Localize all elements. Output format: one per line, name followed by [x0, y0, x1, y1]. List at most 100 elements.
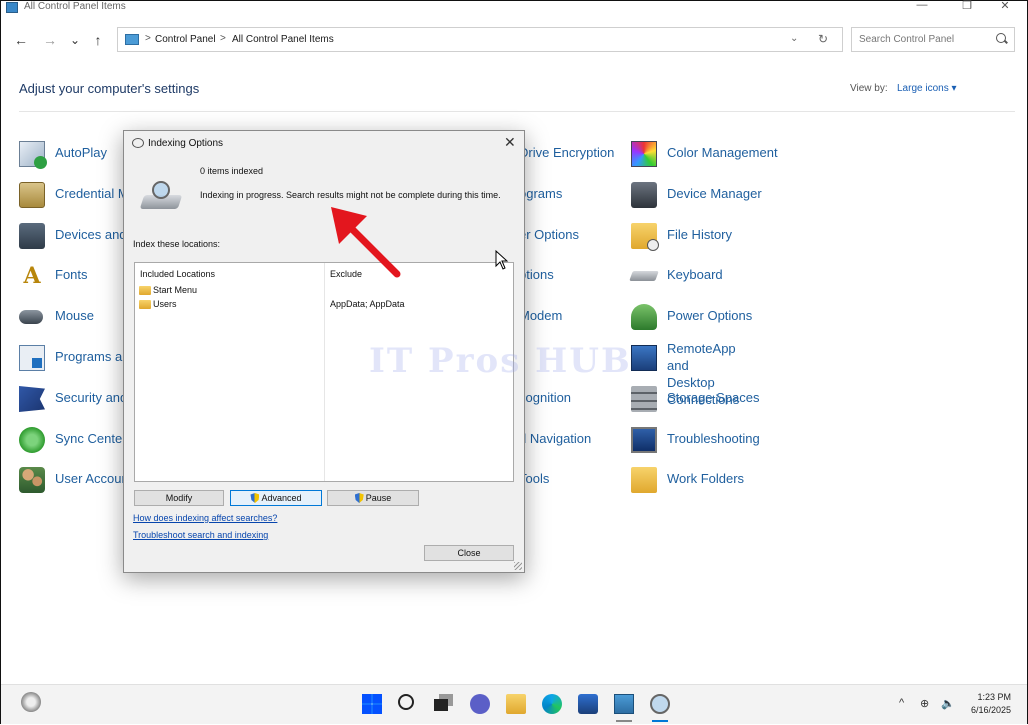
sync-icon — [19, 427, 45, 453]
search-icon[interactable] — [996, 33, 1006, 43]
item-label: Color Management — [667, 145, 778, 160]
storage-spaces-icon — [631, 386, 657, 412]
power-icon — [631, 304, 657, 330]
window-title: All Control Panel Items — [24, 1, 126, 12]
minimize-button[interactable]: — — [907, 0, 937, 15]
system-clock[interactable]: 1:23 PM 6/16/2025 — [967, 691, 1011, 717]
start-button-icon[interactable] — [362, 694, 382, 714]
search-icon[interactable] — [398, 694, 414, 710]
indexing-status-message: Indexing in progress. Search results mig… — [200, 190, 501, 200]
control-panel-taskbar-icon[interactable] — [614, 694, 634, 714]
close-button[interactable]: ✕ — [990, 0, 1020, 15]
uac-shield-icon — [354, 493, 364, 503]
control-panel-window: All Control Panel Items — ❐ ✕ ← → ⌄ ↑ > … — [0, 0, 1028, 724]
item-label: d Navigation — [519, 431, 592, 446]
weather-widget-icon[interactable] — [21, 692, 41, 712]
item-label: File History — [667, 227, 733, 242]
item-label: er Options — [519, 227, 579, 242]
page-title: Adjust your computer's settings — [19, 81, 200, 96]
modify-button[interactable]: Modify — [134, 490, 224, 506]
remoteapp-icon — [631, 345, 657, 371]
item-label: Security and — [55, 390, 128, 405]
clock-time: 1:23 PM — [977, 692, 1011, 702]
printer-icon — [19, 223, 45, 249]
items-indexed-count: 0 items indexed — [200, 166, 264, 176]
back-arrow-icon[interactable]: ← — [12, 31, 30, 49]
programs-icon — [19, 345, 45, 371]
item-label: Keyboard — [667, 267, 723, 282]
breadcrumb-separator[interactable]: > — [220, 33, 226, 44]
folder-icon — [139, 286, 151, 295]
network-globe-icon[interactable]: ⊕ — [920, 697, 929, 710]
pause-label: Pause — [365, 493, 392, 503]
control-panel-icon — [6, 2, 18, 13]
view-by-dropdown[interactable]: Large icons ▾ — [897, 83, 957, 94]
control-panel-icon — [125, 34, 139, 45]
users-icon — [19, 467, 45, 493]
chat-icon[interactable] — [470, 694, 490, 714]
divider — [19, 111, 1015, 112]
dialog-close-icon[interactable]: ✕ — [504, 134, 516, 151]
keyboard-icon — [629, 271, 659, 281]
file-history-icon — [631, 223, 659, 251]
column-header-exclude: Exclude — [330, 269, 363, 279]
up-arrow-icon[interactable]: ↑ — [89, 31, 107, 49]
maximize-button[interactable]: ❐ — [952, 0, 982, 15]
advanced-label: Advanced — [261, 493, 302, 503]
item-label: Fonts — [55, 267, 88, 282]
task-view-icon[interactable] — [434, 694, 454, 714]
list-item[interactable]: Start Menu — [135, 285, 513, 297]
store-icon[interactable] — [578, 694, 598, 714]
uac-shield-icon — [250, 493, 260, 503]
edge-browser-icon[interactable] — [542, 694, 562, 714]
show-hidden-icons-chevron[interactable]: ^ — [899, 697, 904, 709]
location-name: Start Menu — [153, 285, 198, 295]
address-bar[interactable]: > Control Panel > All Control Panel Item… — [117, 27, 843, 52]
indexing-options-icon — [132, 138, 144, 148]
item-label: Power Options — [667, 308, 753, 323]
list-item[interactable]: Users AppData; AppData — [135, 299, 513, 311]
indexing-options-taskbar-icon[interactable] — [650, 694, 670, 714]
credential-safe-icon — [19, 182, 45, 208]
item-label: Modem — [519, 308, 563, 323]
item-label: Credential M — [55, 186, 129, 201]
color-management-icon — [631, 141, 657, 167]
speaker-icon[interactable]: 🔈 — [941, 697, 955, 710]
resize-grip[interactable] — [514, 562, 522, 570]
dialog-title: Indexing Options — [148, 138, 224, 149]
item-label: Drive Encryption — [519, 145, 615, 160]
item-label: Sync Center — [55, 431, 127, 446]
item-label: Troubleshooting — [667, 431, 760, 446]
taskbar: ^ ⊕ 🔈 1:23 PM 6/16/2025 — [1, 684, 1027, 724]
device-manager-icon — [631, 182, 657, 208]
close-dialog-button[interactable]: Close — [424, 545, 514, 561]
work-folders-icon — [631, 467, 657, 493]
refresh-icon[interactable]: ↻ — [818, 32, 828, 46]
address-dropdown-chevron-icon[interactable]: ⌄ — [790, 33, 798, 44]
recent-locations-chevron-icon[interactable]: ⌄ — [66, 31, 84, 49]
lens-shape — [152, 181, 170, 199]
file-explorer-icon[interactable] — [506, 694, 526, 714]
item-label: AutoPlay — [55, 145, 108, 160]
column-header-included: Included Locations — [140, 269, 216, 279]
item-label: User Accour — [55, 471, 126, 486]
advanced-button[interactable]: Advanced — [230, 490, 322, 506]
breadcrumb-all-items[interactable]: All Control Panel Items — [232, 34, 334, 45]
title-bar: All Control Panel Items — ❐ ✕ — [1, 0, 1027, 15]
font-icon: A — [23, 263, 41, 289]
autoplay-icon — [19, 141, 47, 169]
active-indicator — [652, 720, 668, 722]
item-label: Storage Spaces — [667, 390, 760, 405]
pause-button[interactable]: Pause — [327, 490, 419, 506]
how-indexing-link[interactable]: How does indexing affect searches? — [133, 513, 277, 523]
search-input[interactable]: Search Control Panel — [851, 27, 1015, 52]
item-label: Devices and — [55, 227, 127, 242]
mouse-icon — [19, 310, 43, 324]
watermark: IT Pros HUB — [369, 341, 632, 381]
running-indicator — [616, 720, 632, 722]
folder-icon — [139, 300, 151, 309]
breadcrumb-control-panel[interactable]: Control Panel — [155, 34, 216, 45]
clock-date: 6/16/2025 — [970, 705, 1011, 715]
forward-arrow-icon[interactable]: → — [41, 31, 59, 49]
troubleshoot-link[interactable]: Troubleshoot search and indexing — [133, 530, 268, 540]
